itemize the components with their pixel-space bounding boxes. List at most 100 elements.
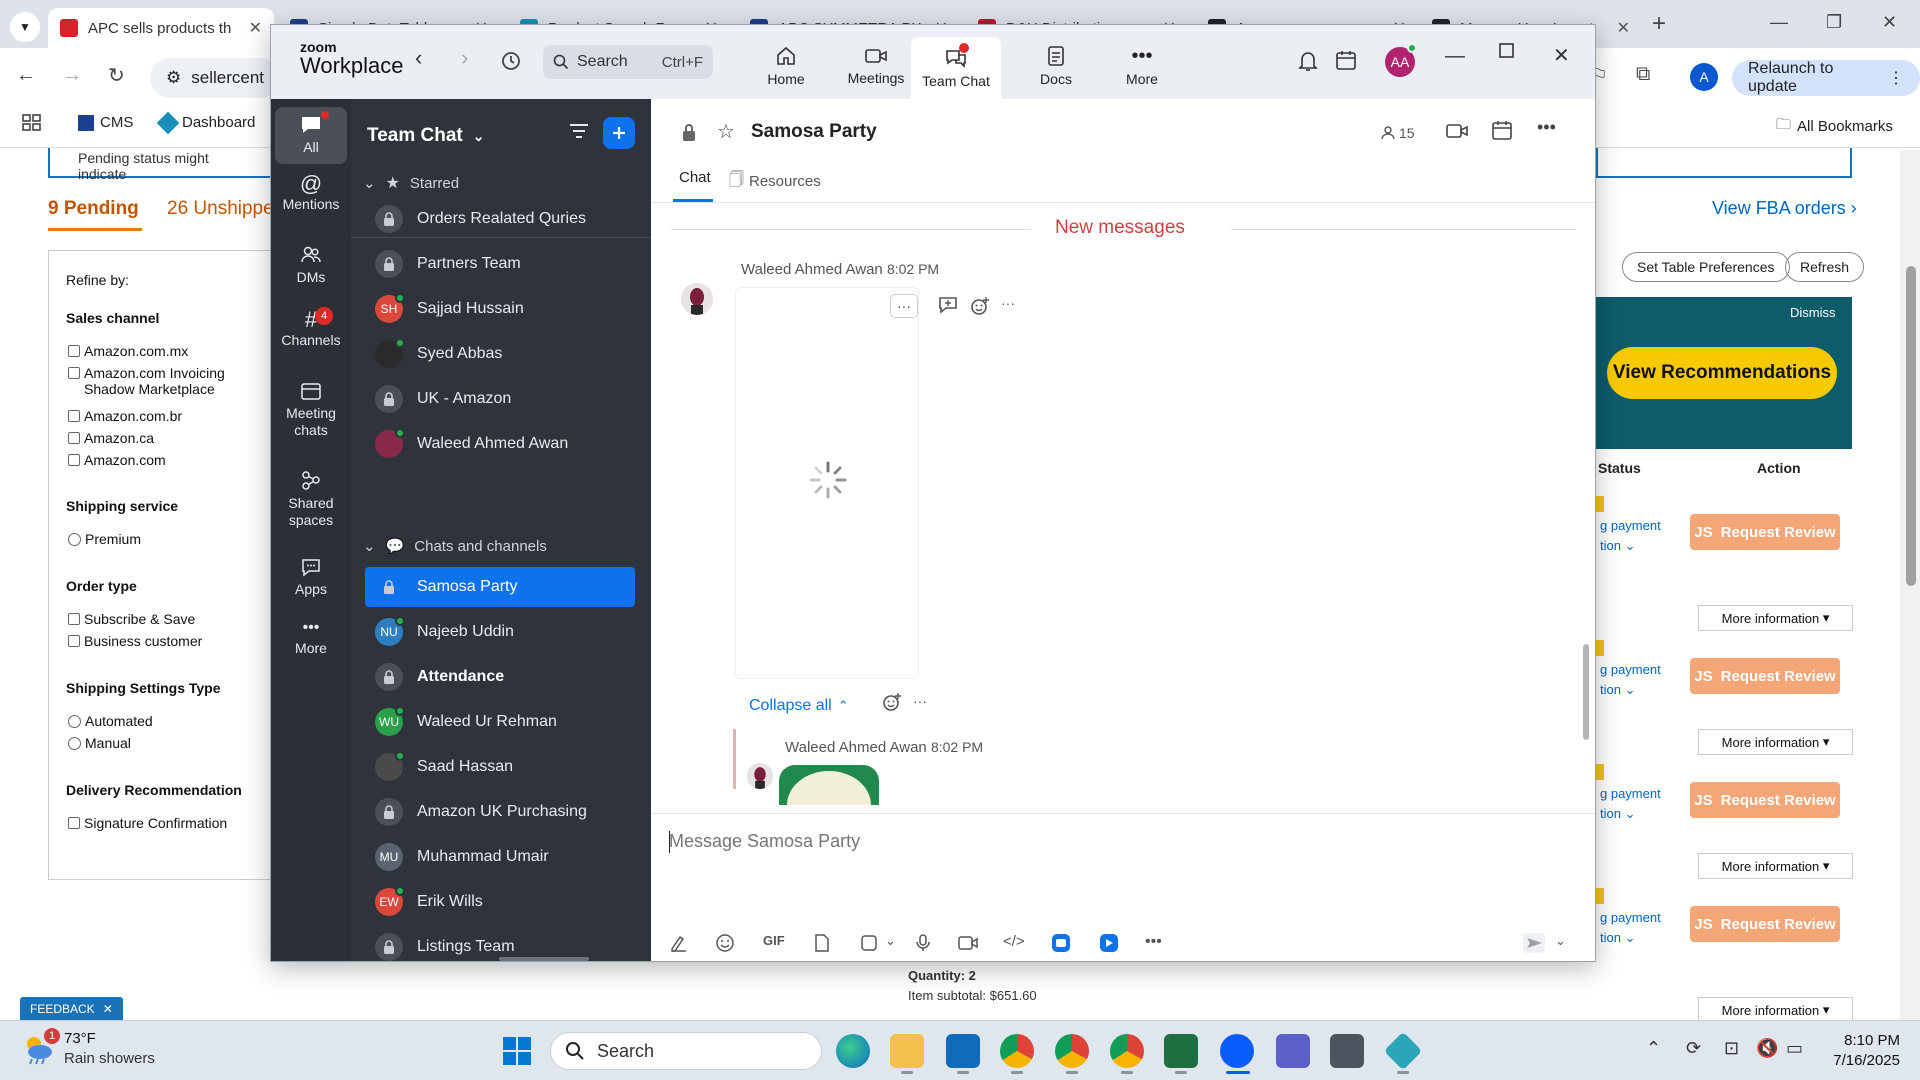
image-more-icon[interactable]: ···: [890, 294, 918, 318]
chat-list-item[interactable]: Samosa Party: [365, 567, 635, 607]
calculator-icon[interactable]: [1330, 1034, 1364, 1068]
site-info-icon[interactable]: ⚙: [166, 68, 181, 88]
rail-mentions[interactable]: @ Mentions: [275, 173, 347, 213]
close-tab-icon[interactable]: ✕: [1617, 18, 1630, 38]
browser-tab[interactable]: APC sells products th ✕: [48, 8, 274, 48]
chevron-down-icon[interactable]: ⌄: [1625, 806, 1636, 821]
star-outline-icon[interactable]: ☆: [717, 119, 735, 144]
member-count[interactable]: 15: [1381, 125, 1415, 141]
composer-more-icon[interactable]: •••: [1145, 933, 1162, 951]
calendar-icon[interactable]: [1335, 49, 1357, 71]
close-tab-icon[interactable]: ✕: [249, 18, 262, 38]
new-chat-button[interactable]: [603, 117, 635, 149]
chrome-profile-icon[interactable]: [1055, 1034, 1089, 1068]
bookmark-dashboard[interactable]: Dashboard: [156, 111, 255, 134]
bell-icon[interactable]: [1297, 49, 1319, 73]
tab-chat[interactable]: Chat: [679, 169, 711, 186]
filter-checkbox[interactable]: Amazon.com.br: [68, 408, 182, 424]
rail-apps[interactable]: Apps: [275, 557, 347, 598]
send-options-icon[interactable]: ⌄: [1555, 933, 1566, 949]
bookmark-cms[interactable]: CMS: [78, 114, 133, 131]
profile-avatar[interactable]: A: [1690, 63, 1718, 91]
filter-radio[interactable]: Automated: [68, 713, 153, 729]
chevron-down-icon[interactable]: ⌄: [1625, 538, 1636, 553]
request-review-button[interactable]: JS Request Review: [1690, 514, 1840, 550]
taskbar-search[interactable]: Search: [550, 1032, 822, 1070]
chat-list-item[interactable]: Amazon UK Purchasing: [365, 792, 635, 832]
maximize-icon[interactable]: [1499, 43, 1515, 59]
filter-checkbox[interactable]: Amazon.ca: [68, 430, 154, 446]
zoom-app-icon[interactable]: [1051, 933, 1071, 953]
chevron-up-icon[interactable]: ⌃: [1646, 1038, 1661, 1059]
rail-meeting-chats[interactable]: Meeting chats: [275, 381, 347, 439]
excel-icon[interactable]: [1164, 1034, 1198, 1068]
more-information-button[interactable]: More information ▾: [1698, 729, 1853, 755]
clock-time[interactable]: 8:10 PM: [1826, 1032, 1900, 1049]
minimize-icon[interactable]: —: [1770, 12, 1788, 33]
avatar[interactable]: [681, 283, 713, 315]
close-icon[interactable]: ✕: [103, 1002, 113, 1016]
chrome-icon[interactable]: [1000, 1034, 1034, 1068]
avatar[interactable]: [747, 763, 773, 789]
send-icon[interactable]: [1523, 933, 1545, 953]
chat-list-item[interactable]: Saad Hassan: [365, 747, 635, 787]
filter-radio[interactable]: Premium: [68, 531, 141, 547]
chats-section-header[interactable]: ⌄ 💬 Chats and channels: [363, 537, 547, 556]
windows-start-icon[interactable]: [502, 1036, 532, 1066]
chat-list-item[interactable]: Waleed Ahmed Awan: [365, 424, 635, 464]
nav-more[interactable]: ••• More: [1099, 37, 1185, 95]
volume-muted-icon[interactable]: 🔇: [1756, 1038, 1778, 1059]
emoji-icon[interactable]: [715, 933, 735, 953]
filter-checkbox[interactable]: Signature Confirmation: [68, 815, 227, 831]
request-review-button[interactable]: JS Request Review: [1690, 906, 1840, 942]
minimize-icon[interactable]: —: [1445, 45, 1465, 68]
message-input[interactable]: [669, 831, 1529, 852]
zoom-taskbar-icon[interactable]: [1220, 1034, 1254, 1068]
refresh-button[interactable]: Refresh: [1785, 252, 1865, 282]
video-camera-icon[interactable]: [1445, 121, 1469, 141]
rail-all[interactable]: All: [275, 107, 347, 164]
add-reaction-icon[interactable]: [969, 295, 991, 317]
nav-meetings[interactable]: Meetings: [833, 37, 919, 95]
chat-list-item[interactable]: Attendance: [365, 657, 635, 697]
outlook-icon[interactable]: [946, 1034, 980, 1068]
forward-icon[interactable]: →: [62, 64, 82, 87]
chrome-profile-icon[interactable]: [1110, 1034, 1144, 1068]
relaunch-button[interactable]: Relaunch to update ⋮: [1732, 60, 1920, 96]
collapse-all-button[interactable]: Collapse all ⌃: [749, 697, 849, 715]
chevron-down-icon[interactable]: ⌄: [1625, 682, 1636, 697]
scrollbar-thumb[interactable]: [1906, 266, 1916, 586]
battery-icon[interactable]: ▭: [1786, 1038, 1803, 1059]
tab-search-button[interactable]: ▼: [10, 12, 40, 42]
chevron-down-icon[interactable]: ⌄: [1625, 930, 1636, 945]
address-bar[interactable]: ⚙ sellercent: [150, 58, 280, 98]
extensions-puzzle-icon[interactable]: ⧉: [1636, 63, 1650, 86]
filter-checkbox[interactable]: Amazon.com Invoicing Shadow Marketplace: [68, 365, 278, 397]
add-reaction-icon[interactable]: [881, 691, 903, 713]
sender-name[interactable]: Waleed Ahmed Awan: [741, 261, 883, 278]
new-tab-button[interactable]: +: [1652, 10, 1666, 38]
rail-dms[interactable]: DMs: [275, 245, 347, 286]
filter-checkbox[interactable]: Business customer: [68, 633, 202, 649]
set-table-preferences-button[interactable]: Set Table Preferences: [1622, 252, 1790, 282]
all-bookmarks[interactable]: 🗀 All Bookmarks: [1776, 114, 1893, 139]
message-more-icon[interactable]: ···: [1001, 295, 1015, 311]
sender-name[interactable]: Waleed Ahmed Awan: [785, 739, 927, 756]
more-information-button[interactable]: More information ▾: [1698, 853, 1853, 879]
kebab-menu-icon[interactable]: ⋮: [1888, 68, 1904, 88]
close-window-icon[interactable]: ✕: [1882, 12, 1897, 33]
rail-channels[interactable]: # Channels 4: [275, 307, 347, 349]
page-scrollbar[interactable]: [1900, 150, 1920, 1020]
chat-list-item[interactable]: EW Erik Wills: [365, 882, 635, 922]
zoom-search-input[interactable]: Search Ctrl+F: [543, 45, 713, 79]
format-text-icon[interactable]: [669, 933, 689, 953]
team-chat-header[interactable]: Team Chat ⌄: [367, 125, 484, 147]
back-icon[interactable]: ←: [16, 64, 36, 87]
network-icon[interactable]: ⊡: [1724, 1038, 1739, 1059]
more-information-button[interactable]: More information ▾: [1698, 605, 1853, 631]
teams-icon[interactable]: [1276, 1034, 1310, 1068]
video-message-icon[interactable]: [957, 933, 979, 953]
thread-more-icon[interactable]: ···: [913, 693, 927, 709]
image-attachment[interactable]: [779, 765, 879, 805]
feedback-button[interactable]: FEEDBACK ✕: [20, 997, 123, 1021]
